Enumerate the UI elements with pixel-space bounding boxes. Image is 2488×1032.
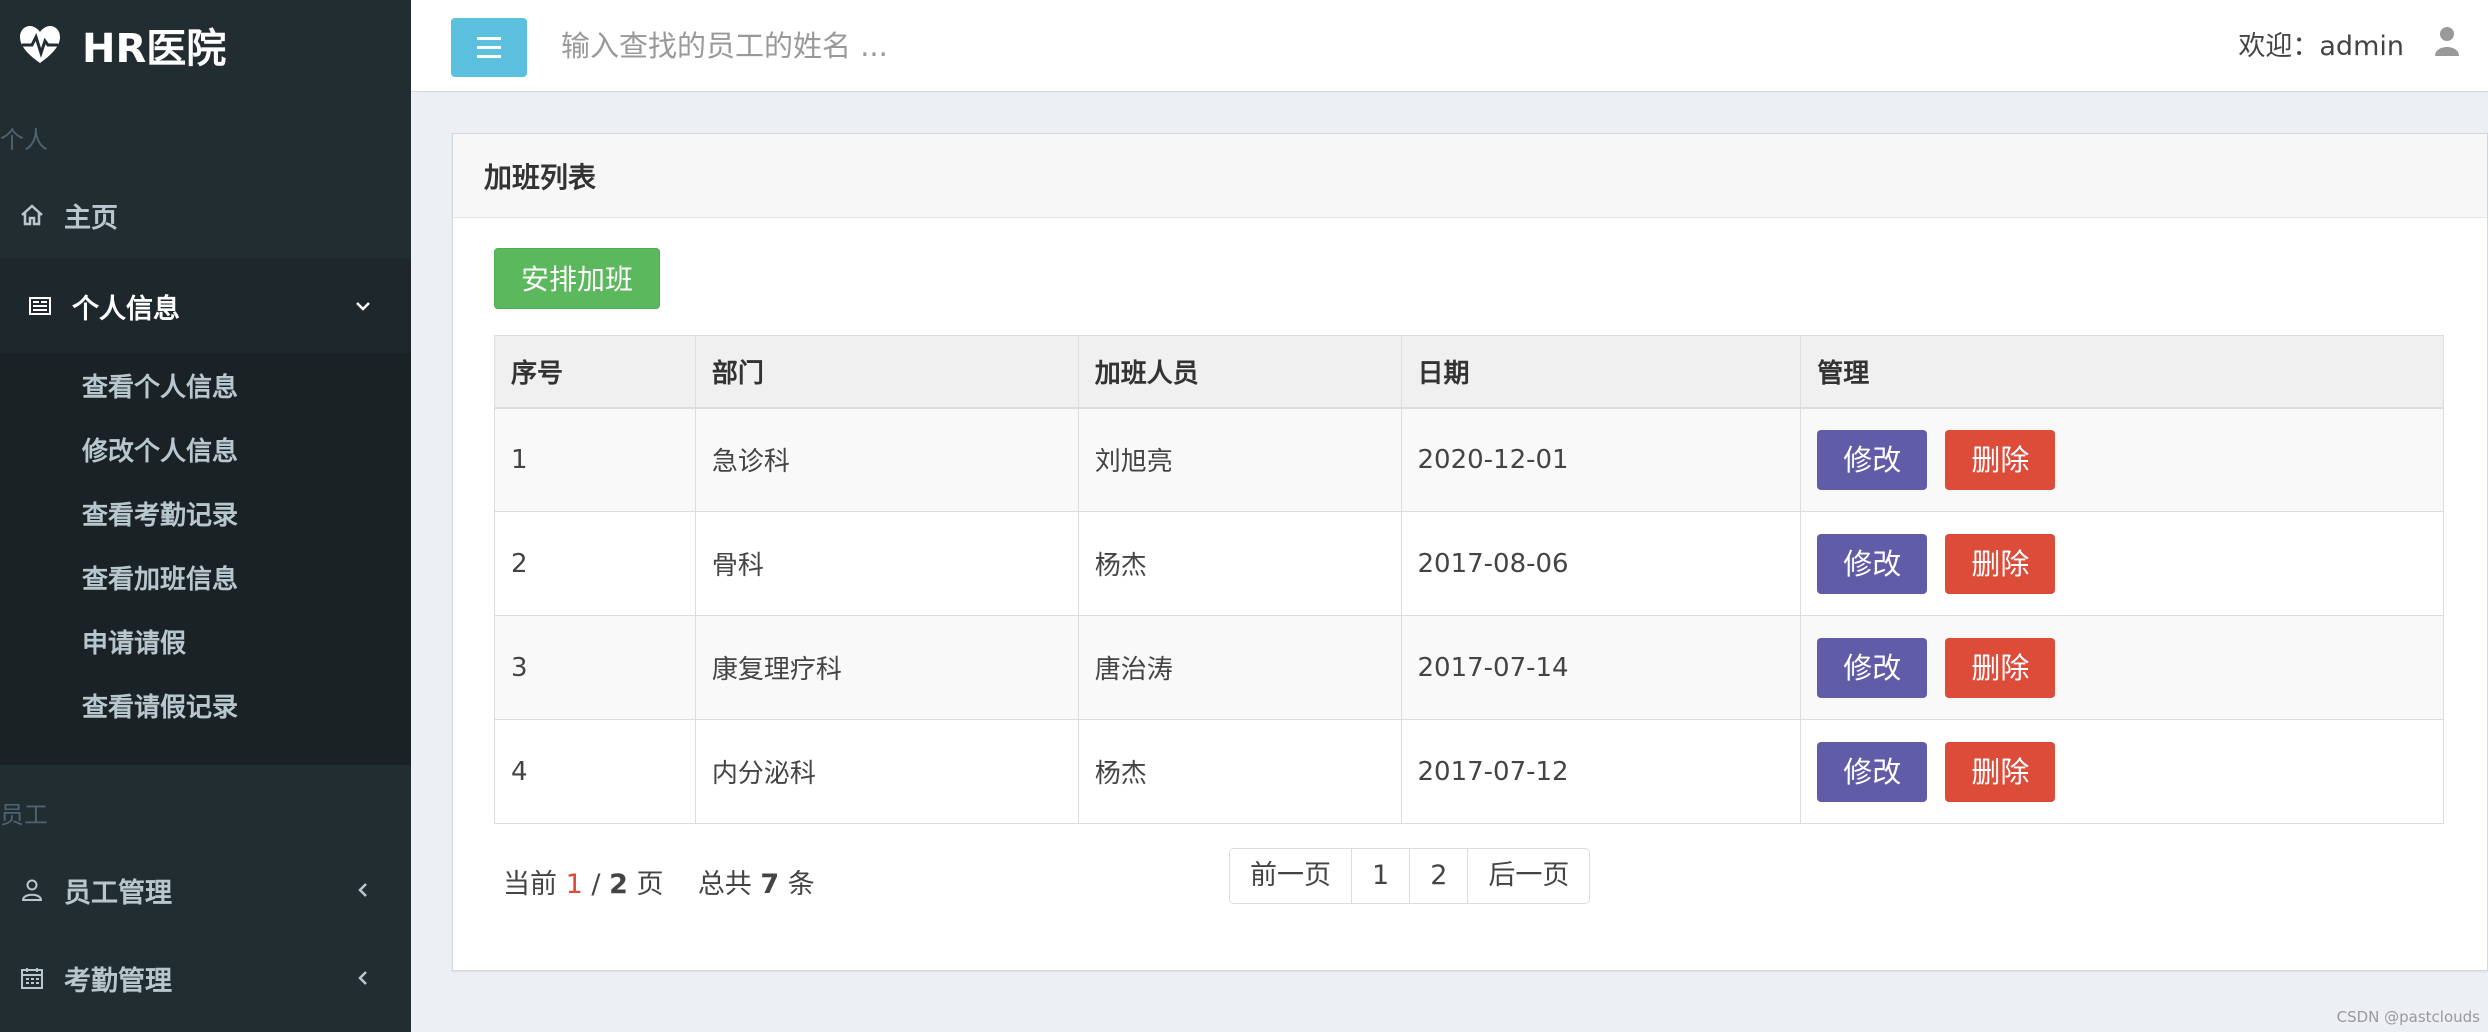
sidebar-item-home[interactable]: 主页	[0, 171, 411, 259]
count-unit: 条	[787, 869, 815, 900]
pager-info: 当前 1 / 2 页 总共 7 条	[503, 862, 815, 901]
sidebar-item-label: 个人信息	[72, 293, 180, 325]
column-header: 序号	[494, 335, 696, 409]
delete-button[interactable]: 删除	[1945, 533, 2056, 594]
sidebar-item-label: 员工管理	[64, 877, 172, 909]
sidebar-item-label: 主页	[64, 202, 118, 234]
cell-id: 4	[494, 719, 696, 824]
cell-actions: 修改 删除	[1800, 719, 2444, 824]
edit-button[interactable]: 修改	[1817, 429, 1928, 490]
column-header: 管理	[1800, 335, 2444, 409]
watermark: CSDN @pastclouds	[2336, 1008, 2480, 1026]
delete-button[interactable]: 删除	[1945, 429, 2056, 490]
edit-button[interactable]: 修改	[1817, 533, 1928, 594]
cell-date: 2017-07-14	[1400, 615, 1802, 720]
calendar-icon	[20, 966, 44, 990]
table-row: 1 急诊科 刘旭亮 2020-12-01 修改 删除	[494, 407, 2444, 512]
cell-dept: 康复理疗科	[694, 615, 1079, 720]
submenu-personal-info: 查看个人信息 修改个人信息 查看考勤记录 查看加班信息 申请请假 查看请假记录	[0, 353, 411, 765]
cell-actions: 修改 删除	[1800, 615, 2444, 720]
welcome-text: 欢迎：admin	[2238, 31, 2404, 62]
top-header: 欢迎：admin	[411, 0, 2488, 92]
cell-id: 1	[494, 407, 696, 512]
cell-date: 2017-08-06	[1400, 511, 1802, 616]
delete-button[interactable]: 删除	[1945, 741, 2056, 802]
pager-sep: /	[591, 869, 601, 900]
sidebar-subitem[interactable]: 查看加班信息	[0, 545, 411, 609]
prev-page-button[interactable]: 前一页	[1230, 849, 1352, 903]
table-row: 2 骨科 杨杰 2017-08-06 修改 删除	[494, 511, 2444, 616]
pagination: 前一页 1 2 后一页	[1229, 848, 1591, 904]
sidebar-subitem[interactable]: 查看请假记录	[0, 673, 411, 737]
cell-dept: 内分泌科	[694, 719, 1079, 824]
cell-id: 2	[494, 511, 696, 616]
search-input[interactable]	[561, 18, 1161, 74]
edit-button[interactable]: 修改	[1817, 741, 1928, 802]
page-1-button[interactable]: 1	[1352, 849, 1411, 903]
section-label-staff: 员工	[0, 801, 48, 829]
column-header: 部门	[694, 335, 1079, 409]
cell-actions: 修改 删除	[1800, 407, 2444, 512]
sidebar-toggle-button[interactable]	[451, 18, 527, 77]
current-page: 1	[565, 869, 583, 900]
user-md-icon	[20, 878, 44, 902]
newspaper-icon	[28, 294, 52, 318]
sidebar-item-personal-info[interactable]: 个人信息	[0, 259, 411, 353]
column-header: 日期	[1400, 335, 1802, 409]
bars-icon	[477, 34, 501, 61]
next-page-button[interactable]: 后一页	[1468, 849, 1590, 903]
cell-person: 杨杰	[1077, 511, 1402, 616]
table-row: 3 康复理疗科 唐治涛 2017-07-14 修改 删除	[494, 615, 2444, 720]
chevron-down-icon	[353, 296, 373, 316]
sidebar-subitem[interactable]: 申请请假	[0, 609, 411, 673]
page-2-button[interactable]: 2	[1410, 849, 1469, 903]
cell-id: 3	[494, 615, 696, 720]
sidebar-item-label: 考勤管理	[64, 965, 172, 997]
column-header: 加班人员	[1077, 335, 1402, 409]
logo[interactable]: HR医院	[0, 0, 411, 90]
table-row: 4 内分泌科 杨杰 2017-07-12 修改 删除	[494, 719, 2444, 824]
overtime-box: 加班列表 安排加班 序号 部门 加班人员 日期 管理 1 急诊科 刘旭亮 202…	[452, 133, 2488, 971]
sidebar-subitem[interactable]: 查看个人信息	[0, 353, 411, 417]
chevron-left-icon	[353, 880, 373, 900]
sidebar: HR医院 个人 主页 个人信息 查看个人信息 修改个人信息 查看考勤记录 查看加…	[0, 0, 411, 1032]
add-overtime-button[interactable]: 安排加班	[494, 248, 661, 309]
cell-person: 杨杰	[1077, 719, 1402, 824]
pager-prefix: 当前	[503, 869, 557, 900]
table-header-row: 序号 部门 加班人员 日期 管理	[494, 335, 2444, 409]
cell-person: 唐治涛	[1077, 615, 1402, 720]
home-icon	[20, 203, 44, 227]
sidebar-subitem[interactable]: 修改个人信息	[0, 417, 411, 481]
cell-actions: 修改 删除	[1800, 511, 2444, 616]
cell-dept: 骨科	[694, 511, 1079, 616]
sidebar-item-staff-manage[interactable]: 员工管理	[0, 846, 411, 934]
app-title: HR医院	[82, 26, 227, 72]
section-label-personal: 个人	[0, 126, 48, 154]
edit-button[interactable]: 修改	[1817, 637, 1928, 698]
sidebar-item-attendance-manage[interactable]: 考勤管理	[0, 934, 411, 1022]
total-pages: 2	[609, 869, 628, 900]
page-unit: 页	[636, 869, 664, 900]
box-body: 安排加班 序号 部门 加班人员 日期 管理 1 急诊科 刘旭亮 2020-12-…	[453, 218, 2487, 904]
sidebar-subitem[interactable]: 查看考勤记录	[0, 481, 411, 545]
cell-dept: 急诊科	[694, 407, 1079, 512]
chevron-left-icon	[353, 968, 373, 988]
cell-date: 2017-07-12	[1400, 719, 1802, 824]
box-title: 加班列表	[453, 134, 2487, 218]
heartbeat-icon	[20, 26, 60, 63]
cell-person: 刘旭亮	[1077, 407, 1402, 512]
user-icon[interactable]	[2434, 26, 2460, 56]
overtime-table: 序号 部门 加班人员 日期 管理 1 急诊科 刘旭亮 2020-12-01 修改…	[494, 335, 2444, 824]
app: HR医院 个人 主页 个人信息 查看个人信息 修改个人信息 查看考勤记录 查看加…	[0, 0, 2488, 1032]
cell-date: 2020-12-01	[1400, 407, 1802, 512]
total-prefix: 总共	[697, 869, 752, 900]
delete-button[interactable]: 删除	[1945, 637, 2056, 698]
total-count: 7	[760, 869, 780, 900]
